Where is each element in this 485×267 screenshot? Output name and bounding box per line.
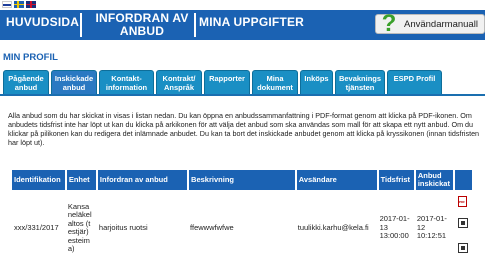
cell-sender: tuulikki.karhu@kela.fi [297, 222, 369, 232]
column-header[interactable]: Identifikation [12, 170, 67, 190]
tab-purchases[interactable]: Inköps [300, 70, 333, 95]
column-header[interactable]: Avsändare [295, 170, 379, 190]
nav-divider [80, 13, 82, 37]
tab-label: Bevaknings tjänsten [338, 74, 382, 92]
cell-tender-call: harjoitus ruotsi [98, 222, 148, 232]
instructions-text: Alla anbud som du har skickat in visas i… [8, 111, 480, 147]
column-header[interactable]: Tidsfrist [377, 170, 416, 190]
page-title: MIN PROFIL [3, 52, 58, 63]
nav-tender-link[interactable]: INFORDRAN AV ANBUD [88, 12, 196, 38]
help-icon[interactable]: ? [379, 11, 399, 37]
swedish-flag-icon[interactable] [14, 1, 24, 8]
tab-monitoring-service[interactable]: Bevaknings tjänsten [335, 70, 385, 95]
table-row: xxx/331/2017 Kansa neläkel altos (t estj… [12, 190, 473, 266]
nav-divider [194, 13, 196, 37]
tab-contact-information[interactable]: Kontakt-information [99, 70, 154, 95]
copy-tender-icon[interactable] [458, 243, 468, 253]
cell-submitted: 2017-01-12 10:12:51 [416, 214, 447, 241]
tab-label: ESPD Profil [393, 74, 436, 83]
finnish-flag-icon[interactable] [2, 1, 12, 8]
tab-espd-profile[interactable]: ESPD Profil [387, 70, 442, 95]
language-flags [2, 1, 36, 9]
tab-label: Pågående anbud [8, 74, 44, 92]
tab-label: Rapporter [209, 74, 245, 83]
column-header [454, 170, 474, 190]
tab-my-documents[interactable]: Mina dokument [252, 70, 298, 95]
tab-label: Kontrakt/ Anspråk [162, 74, 196, 92]
column-header[interactable]: Enhet [65, 170, 98, 190]
top-navigation: HUVUDSIDA INFORDRAN AV ANBUD MINA UPPGIF… [0, 10, 485, 40]
tab-submitted-tenders[interactable]: Inskickade anbud [51, 70, 97, 96]
english-flag-icon[interactable] [26, 1, 36, 8]
column-header[interactable]: Beskrivning [188, 170, 297, 190]
tab-ongoing-tenders[interactable]: Pågående anbud [3, 70, 49, 95]
cell-unit: Kansa neläkel altos (t estjär) esteim a) [67, 201, 92, 253]
column-header[interactable]: Anbud inskickat [414, 170, 456, 190]
nav-my-info-link[interactable]: MINA UPPGIFTER [199, 16, 304, 29]
tab-label: Inskickade anbud [54, 74, 94, 92]
cell-deadline: 2017-01-13 13:00:00 [379, 214, 410, 241]
profile-tabs: Pågående anbud Inskickade anbud Kontakt-… [3, 70, 485, 96]
pdf-icon[interactable] [458, 196, 467, 207]
table-header-row: Identifikation Enhet Infordran av anbud … [12, 170, 474, 190]
submitted-tenders-table: Identifikation Enhet Infordran av anbud … [12, 170, 474, 266]
tab-reports[interactable]: Rapporter [204, 70, 250, 95]
nav-home-link[interactable]: HUVUDSIDA [6, 16, 79, 29]
cell-description: ffewwwfwfwe [190, 222, 234, 232]
tab-label: Mina dokument [257, 74, 293, 92]
edit-tender-icon[interactable] [458, 218, 468, 228]
cell-identification: xxx/331/2017 [14, 222, 59, 232]
tab-contracts-claims[interactable]: Kontrakt/ Anspråk [156, 70, 202, 95]
user-manual-label: Användarmanuall [404, 18, 478, 30]
column-header[interactable]: Infordran av anbud [96, 170, 190, 190]
tab-underline [0, 94, 485, 96]
tab-label: Kontakt-information [105, 74, 148, 92]
tab-label: Inköps [304, 74, 329, 83]
